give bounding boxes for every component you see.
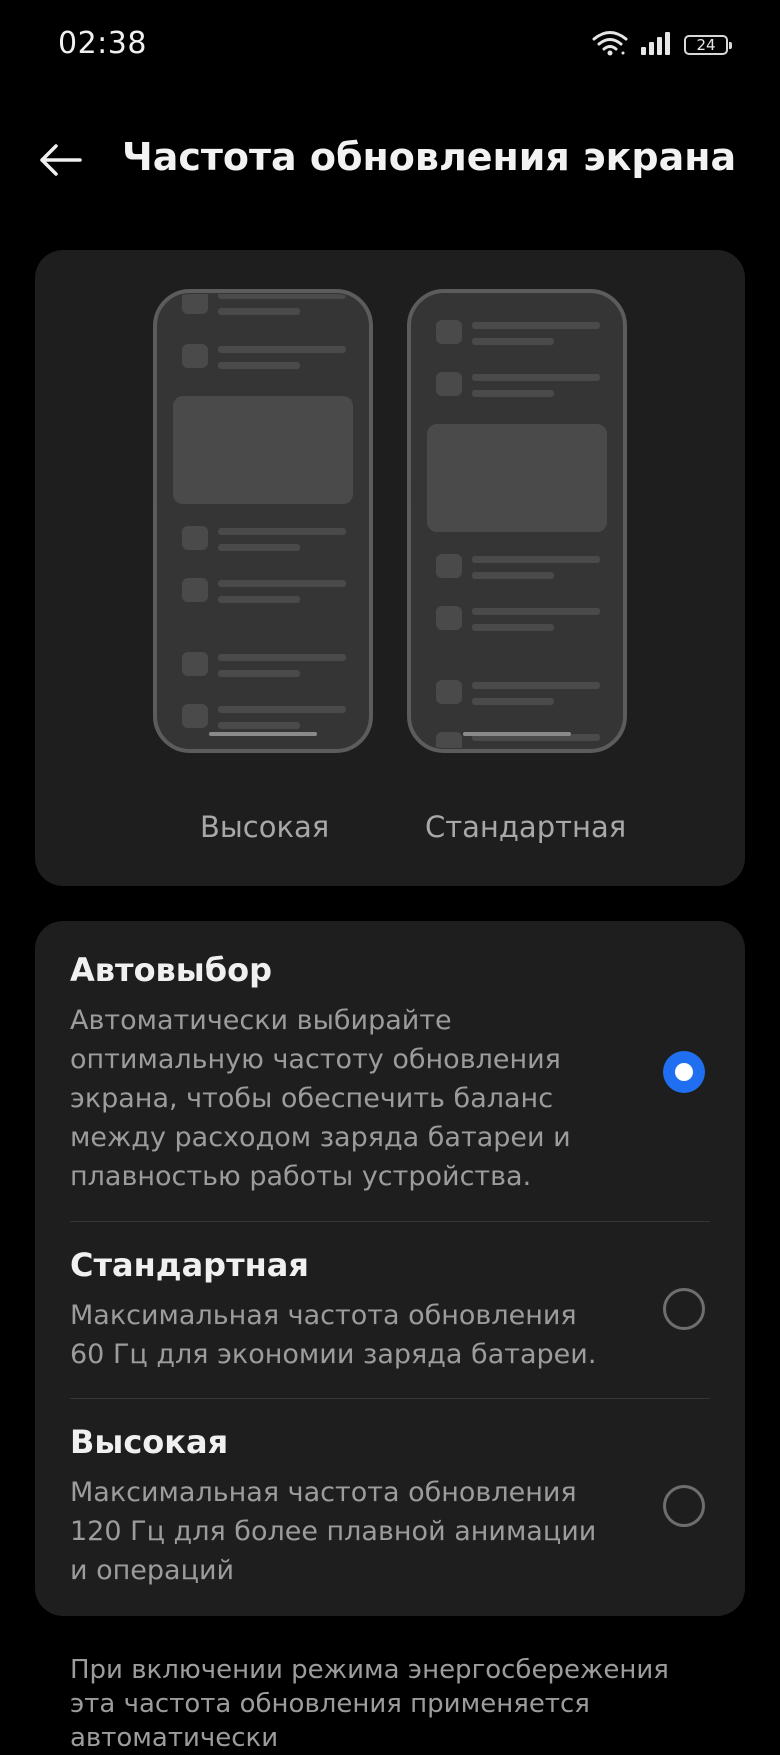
page-title: Частота обновления экрана (122, 135, 737, 179)
option-standard[interactable]: Стандартная Максимальная частота обновле… (35, 1222, 745, 1398)
option-auto-title: Автовыбор (70, 951, 272, 989)
phone-preview-standard (406, 288, 628, 754)
option-standard-title: Стандартная (70, 1246, 309, 1284)
battery-level: 24 (696, 36, 716, 54)
power-saving-note: При включении режима энергосбережения эт… (70, 1655, 669, 1753)
app-header: Частота обновления экрана (0, 120, 780, 202)
option-auto-radio[interactable] (663, 1051, 705, 1093)
phone-preview-high (152, 288, 374, 754)
signal-icon (640, 31, 672, 59)
preview-label-standard: Стандартная (425, 810, 627, 844)
option-high-title: Высокая (70, 1423, 229, 1461)
option-auto-description: Автоматически выбирайте оптимальную част… (70, 1005, 571, 1192)
refresh-rate-options-card: Автовыбор Автоматически выбирайте оптима… (35, 921, 745, 1616)
status-bar: 02:38 24 (0, 0, 780, 92)
option-standard-radio[interactable] (663, 1288, 705, 1330)
option-auto[interactable]: Автовыбор Автоматически выбирайте оптима… (35, 921, 745, 1221)
option-high-radio[interactable] (663, 1485, 705, 1527)
arrow-left-icon[interactable] (36, 140, 86, 180)
battery-icon: 24 (684, 35, 732, 55)
option-standard-description: Максимальная частота обновления 60 Гц дл… (70, 1300, 597, 1370)
wifi-icon (592, 30, 628, 60)
option-high-description: Максимальная частота обновления 120 Гц д… (70, 1477, 597, 1586)
status-icons: 24 (592, 30, 732, 60)
preview-label-high: Высокая (200, 810, 330, 844)
status-time: 02:38 (58, 26, 147, 61)
refresh-rate-preview-card: Высокая Стандартная (35, 250, 745, 886)
option-high[interactable]: Высокая Максимальная частота обновления … (35, 1399, 745, 1616)
